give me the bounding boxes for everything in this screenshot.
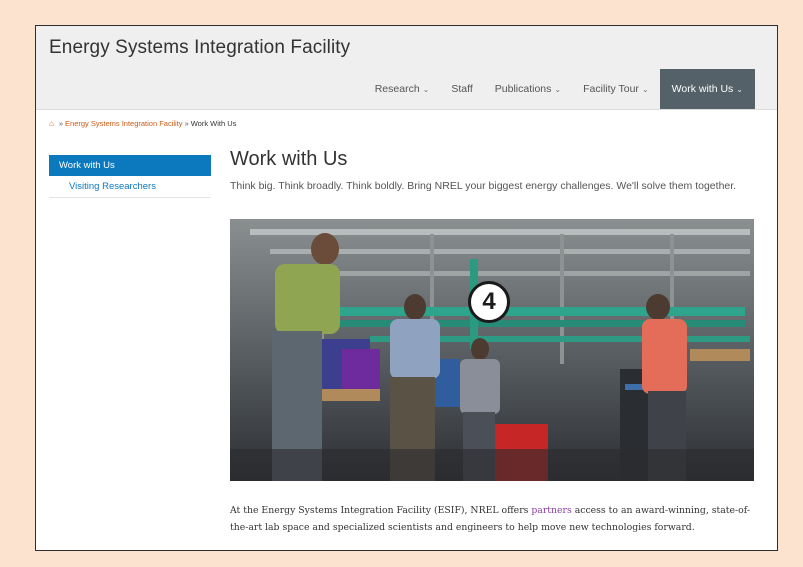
breadcrumb: ⌂ » Energy Systems Integration Facility …	[49, 119, 236, 128]
nav-staff-label: Staff	[451, 83, 473, 95]
intro-text: Think big. Think broadly. Think boldly. …	[230, 180, 737, 192]
nav-research[interactable]: Research ⌄	[364, 69, 441, 109]
nav-publications-label: Publications	[494, 83, 552, 95]
site-header: Energy Systems Integration Facility Rese…	[36, 26, 777, 110]
page-title: Work with Us	[230, 148, 348, 170]
body-text-start: At the Energy Systems Integration Facili…	[230, 505, 532, 516]
chevron-down-icon: ⌄	[736, 84, 743, 94]
sidenav-item-visiting-researchers[interactable]: Visiting Researchers	[49, 176, 211, 198]
breadcrumb-separator: »	[58, 119, 64, 128]
main-content: Work with Us Think big. Think broadly. T…	[230, 148, 760, 194]
nav-facility-tour-label: Facility Tour	[583, 83, 639, 95]
partners-link[interactable]: partners	[531, 505, 571, 516]
lab-photo	[230, 219, 754, 481]
breadcrumb-current: Work With Us	[190, 119, 237, 128]
breadcrumb-separator: »	[184, 119, 189, 128]
step-number-badge: 4	[468, 281, 510, 323]
chevron-down-icon: ⌄	[554, 84, 562, 94]
side-nav: Work with Us Visiting Researchers	[49, 155, 211, 198]
chevron-down-icon: ⌄	[641, 84, 649, 94]
site-title[interactable]: Energy Systems Integration Facility	[49, 37, 350, 59]
browser-frame: Energy Systems Integration Facility Rese…	[35, 25, 778, 551]
sidenav-item-work-with-us[interactable]: Work with Us	[49, 155, 211, 176]
nav-work-with-us-label: Work with Us	[671, 83, 734, 95]
nav-work-with-us[interactable]: Work with Us ⌄	[659, 69, 755, 109]
breadcrumb-link-esif[interactable]: Energy Systems Integration Facility	[65, 119, 183, 128]
nav-publications[interactable]: Publications ⌄	[484, 69, 572, 109]
hero-image	[230, 219, 754, 481]
main-nav: Research ⌄ Staff Publications ⌄ Facility T…	[364, 69, 755, 109]
nav-staff[interactable]: Staff	[440, 69, 483, 109]
home-icon[interactable]: ⌂	[49, 119, 54, 128]
body-paragraph: At the Energy Systems Integration Facili…	[230, 502, 754, 536]
nav-facility-tour[interactable]: Facility Tour ⌄	[572, 69, 660, 109]
chevron-down-icon: ⌄	[422, 84, 430, 94]
nav-research-label: Research	[374, 83, 420, 95]
